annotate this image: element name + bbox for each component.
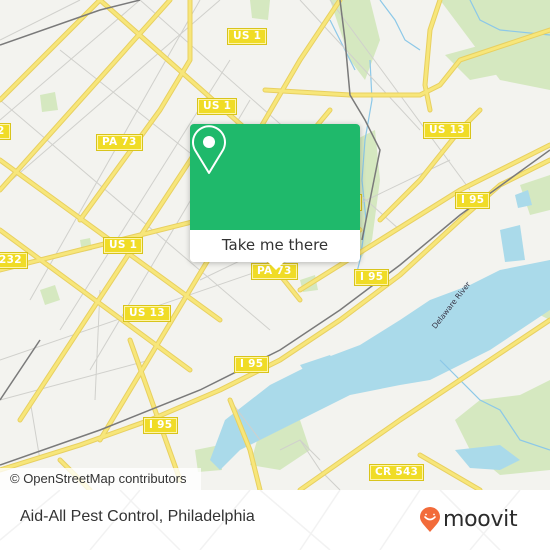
map-attribution[interactable]: © OpenStreetMap contributors [0,468,201,490]
moovit-logo[interactable]: moovit [419,507,518,533]
route-shield-i95-southwest: I 95 [142,417,179,434]
route-shield-cr543: CR 543 [368,464,425,481]
destination-popup: Take me there [190,124,360,270]
route-shield-us13-northeast: US 13 [423,122,471,139]
route-shield-2: 2 [0,123,11,140]
route-shield-us1-west: US 1 [102,237,144,254]
route-shield-232: 232 [0,252,28,269]
route-shield-us13-southwest: US 13 [123,305,171,322]
place-title: Aid-All Pest Control, Philadelphia [20,508,255,525]
route-shield-pa73-west: PA 73 [96,134,143,151]
popup-header [190,124,360,230]
popup-pointer [268,262,284,270]
route-shield-us1-mid: US 1 [196,98,238,115]
route-shield-us1-north: US 1 [226,28,268,45]
map-pin-icon [192,125,226,174]
route-shield-i95-mid: I 95 [233,356,270,373]
take-me-there-button[interactable]: Take me there [190,230,360,262]
route-shield-i95-east: I 95 [454,192,491,209]
route-shield-i95-center: I 95 [353,269,390,286]
moovit-smiley-pin-icon [420,507,440,532]
moovit-wordmark: moovit [443,507,518,532]
map-view[interactable]: US 1 US 1 US 13 PA 73 PA 73 US 1 US 13 I… [0,0,550,490]
